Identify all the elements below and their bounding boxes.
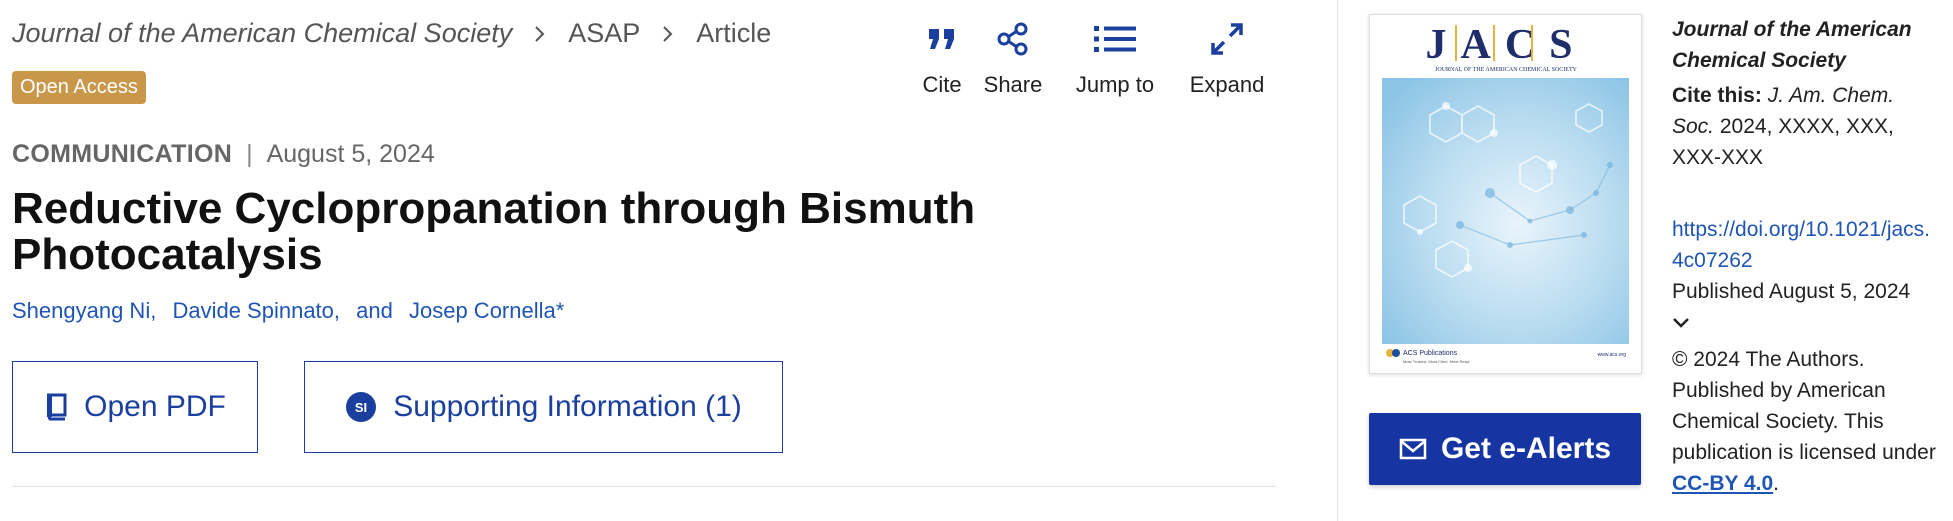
expand-button[interactable]: Expand xyxy=(1186,18,1268,98)
article-title: Reductive Cyclopropanation through Bismu… xyxy=(12,184,976,279)
author-link[interactable]: Shengyang Ni, xyxy=(12,298,156,323)
publication-date: August 5, 2024 xyxy=(266,140,435,168)
type-separator: | xyxy=(246,140,253,168)
breadcrumb: Journal of the American Chemical Society… xyxy=(12,18,771,49)
cite-button[interactable]: Cite xyxy=(912,18,972,98)
open-access-badge: Open Access xyxy=(12,71,146,104)
envelope-icon xyxy=(1399,438,1427,460)
get-e-alerts-button[interactable]: Get e-Alerts xyxy=(1369,413,1641,485)
get-e-alerts-label: Get e-Alerts xyxy=(1440,432,1612,465)
copyright-text: © 2024 The Authors. Published by America… xyxy=(1672,348,1936,464)
divider xyxy=(12,486,1276,487)
expand-icon xyxy=(1210,18,1244,60)
breadcrumb-article: Article xyxy=(696,18,772,48)
breadcrumb-journal[interactable]: Journal of the American Chemical Society xyxy=(12,18,512,49)
cover-publisher: ACS Publications xyxy=(1403,350,1458,357)
copyright-notice: © 2024 The Authors. Published by America… xyxy=(1672,344,1937,499)
quote-icon xyxy=(927,18,957,60)
sidebar-divider xyxy=(1337,0,1338,521)
cover-masthead: JACS xyxy=(1425,22,1586,68)
open-pdf-label: Open PDF xyxy=(84,390,226,423)
author-link[interactable]: Josep Cornella* xyxy=(409,298,564,323)
list-icon xyxy=(1093,18,1137,60)
supporting-information-button[interactable]: SI Supporting Information (1) xyxy=(304,361,783,453)
author-conjunction: and xyxy=(356,298,393,323)
chevron-right-icon xyxy=(662,25,674,43)
sidebar-journal-name: Journal of the American Chemical Society xyxy=(1672,18,1912,72)
cover-masthead-sub: JOURNAL OF THE AMERICAN CHEMICAL SOCIETY xyxy=(1435,67,1578,73)
article-type-line: COMMUNICATION | August 5, 2024 xyxy=(12,140,435,169)
cover-publisher-sub: Most Trusted. Most Cited. Most Read. xyxy=(1403,359,1470,364)
article-header: Journal of the American Chemical Society… xyxy=(0,0,1300,521)
jump-to-label: Jump to xyxy=(1075,72,1155,97)
expand-label: Expand xyxy=(1189,72,1265,97)
citation-panel: Journal of the American Chemical Society… xyxy=(1672,14,1937,499)
author-link[interactable]: Davide Spinnato, xyxy=(172,298,340,323)
open-pdf-button[interactable]: Open PDF xyxy=(12,361,258,453)
license-link[interactable]: CC-BY 4.0 xyxy=(1672,472,1773,495)
chevron-down-icon[interactable] xyxy=(1672,307,1937,335)
author-list: Shengyang Ni, Davide Spinnato, and Josep… xyxy=(12,298,574,324)
si-icon: SI xyxy=(345,391,377,423)
supporting-information-label: Supporting Information (1) xyxy=(393,390,742,423)
share-button[interactable]: Share xyxy=(980,18,1046,98)
cite-this-label: Cite this: xyxy=(1672,84,1762,107)
published-date: Published August 5, 2024 xyxy=(1672,280,1911,303)
copyright-period: . xyxy=(1773,472,1779,495)
article-type: COMMUNICATION xyxy=(12,140,233,168)
chevron-right-icon xyxy=(534,25,546,43)
breadcrumb-asap[interactable]: ASAP xyxy=(568,18,640,49)
journal-cover[interactable]: JACS JOURNAL OF THE AMERICAN CHEMICAL SO… xyxy=(1369,14,1642,374)
cite-label: Cite xyxy=(922,72,962,97)
jump-to-button[interactable]: Jump to xyxy=(1072,18,1158,98)
cite-this: Cite this: J. Am. Chem. Soc. 2024, XXXX,… xyxy=(1672,80,1937,173)
doi-link[interactable]: https://doi.org/10.1021/jacs.4c07262 xyxy=(1672,218,1930,272)
share-icon xyxy=(996,18,1030,60)
book-icon xyxy=(44,393,68,421)
share-label: Share xyxy=(983,72,1043,97)
si-icon-text: SI xyxy=(355,400,367,415)
cover-url: www.acs.org xyxy=(1598,352,1627,358)
